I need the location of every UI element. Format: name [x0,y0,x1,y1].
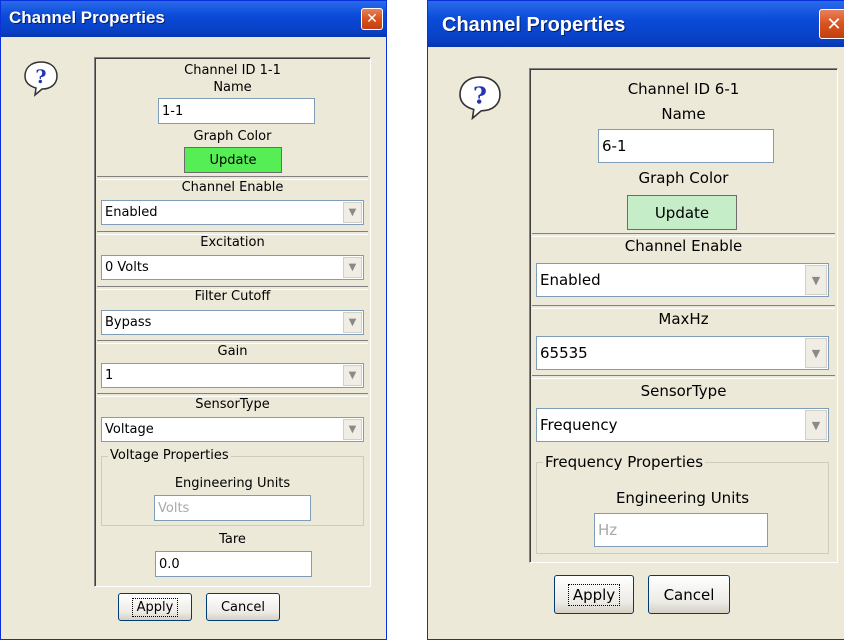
frequency-properties-group: Frequency Properties Engineering Units H… [536,453,829,554]
sensor-type-value: Voltage [105,422,154,437]
filter-cutoff-value: Bypass [105,315,152,330]
channel-enable-label: Channel Enable [181,180,284,195]
filter-cutoff-select[interactable]: Bypass ▼ [101,310,364,335]
close-icon: ✕ [366,11,378,27]
group-title: Frequency Properties [543,453,706,471]
name-label: Name [213,80,252,95]
cancel-label: Cancel [663,585,715,604]
close-icon: ✕ [826,13,842,35]
graph-color-update-button[interactable]: Update [184,147,282,173]
engineering-units-input[interactable]: Hz [594,513,768,547]
apply-label: Apply [131,597,179,617]
svg-text:?: ? [473,81,487,109]
gain-label: Gain [217,344,248,359]
chevron-down-icon[interactable]: ▼ [805,338,827,368]
update-label: Update [654,203,710,222]
engineering-units-label: Engineering Units [615,489,750,507]
channel-properties-dialog-2: Channel Properties ✕ ? Channel ID 6-1 Na… [427,0,844,640]
help-question-icon: ? [459,76,501,121]
engineering-units-input[interactable]: Volts [154,495,311,521]
tare-label: Tare [219,532,246,547]
excitation-value: 0 Volts [105,260,149,275]
sensor-type-select[interactable]: Frequency ▼ [536,408,829,442]
excitation-select[interactable]: 0 Volts ▼ [101,255,364,280]
cancel-button[interactable]: Cancel [648,575,730,614]
help-question-icon: ? [24,61,58,97]
apply-label: Apply [567,583,621,606]
chevron-down-icon[interactable]: ▼ [343,202,362,223]
name-input[interactable]: 6-1 [598,129,774,163]
sensor-type-select[interactable]: Voltage ▼ [101,417,364,442]
gain-select[interactable]: 1 ▼ [101,363,364,388]
apply-button[interactable]: Apply [554,575,634,614]
channel-enable-value: Enabled [540,271,601,289]
maxhz-label: MaxHz [658,310,709,328]
chevron-down-icon[interactable]: ▼ [343,257,362,278]
update-label: Update [209,152,257,168]
sensor-type-label: SensorType [640,382,727,400]
chevron-down-icon[interactable]: ▼ [343,419,362,440]
channel-enable-select[interactable]: Enabled ▼ [101,200,364,225]
close-button[interactable]: ✕ [361,8,383,30]
group-title: Voltage Properties [108,448,231,463]
graph-color-update-button[interactable]: Update [627,195,737,230]
close-button[interactable]: ✕ [819,9,844,39]
window-title: Channel Properties [442,14,626,36]
properties-panel: Channel ID 6-1 Name 6-1 Graph Color Upda… [529,68,838,563]
chevron-down-icon[interactable]: ▼ [805,265,827,295]
separator [532,375,835,379]
channel-id-label: Channel ID 6-1 [627,80,740,98]
excitation-label: Excitation [200,235,265,250]
separator [532,305,835,309]
chevron-down-icon[interactable]: ▼ [805,410,827,440]
sensor-type-value: Frequency [540,416,618,434]
maxhz-select[interactable]: 65535 ▼ [536,336,829,370]
filter-cutoff-label: Filter Cutoff [194,289,271,304]
name-label: Name [661,105,706,123]
voltage-properties-group: Voltage Properties Engineering Units Vol… [101,448,364,526]
name-input[interactable]: 1-1 [158,98,315,124]
title-bar: Channel Properties ✕ [428,1,844,47]
maxhz-value: 65535 [540,344,588,362]
chevron-down-icon[interactable]: ▼ [343,365,362,386]
chevron-down-icon[interactable]: ▼ [343,312,362,333]
cancel-button[interactable]: Cancel [206,593,280,621]
channel-id-label: Channel ID 1-1 [184,63,281,78]
graph-color-label: Graph Color [638,169,729,187]
channel-properties-dialog-1: Channel Properties ✕ ? Channel ID 1-1 Na… [0,0,387,640]
cancel-label: Cancel [220,599,266,615]
channel-enable-value: Enabled [105,205,158,220]
channel-enable-select[interactable]: Enabled ▼ [536,263,829,297]
sensor-type-label: SensorType [195,397,270,412]
window-title: Channel Properties [9,8,165,27]
channel-enable-label: Channel Enable [624,237,743,255]
graph-color-label: Graph Color [193,129,272,144]
apply-button[interactable]: Apply [118,593,192,621]
gain-value: 1 [105,368,114,383]
engineering-units-label: Engineering Units [174,476,291,491]
title-bar: Channel Properties ✕ [1,1,386,37]
tare-input[interactable]: 0.0 [155,551,312,577]
svg-text:?: ? [35,66,46,88]
properties-panel: Channel ID 1-1 Name 1-1 Graph Color Upda… [94,57,371,587]
